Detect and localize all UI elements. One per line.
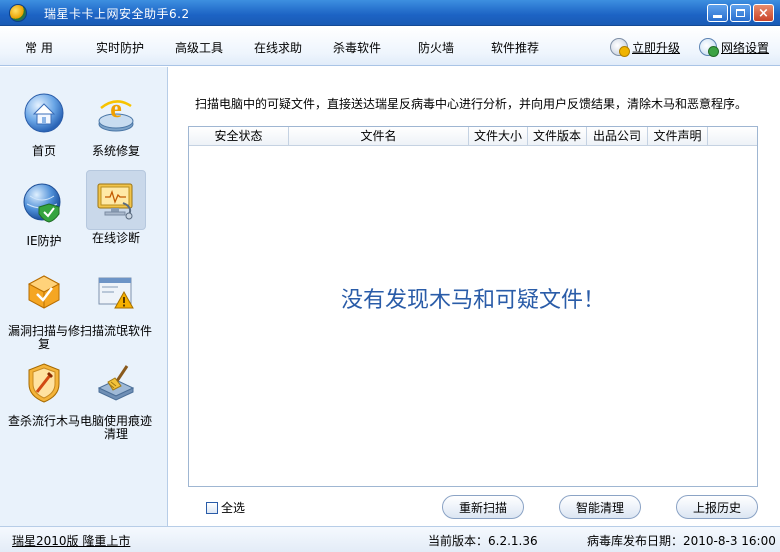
network-settings-label: 网络设置 (721, 40, 770, 55)
menu-realtime-protection[interactable]: 实时防护 (96, 39, 144, 56)
results-table[interactable]: 安全状态 文件名 文件大小 文件版本 出品公司 文件声明 没有发现木马和可疑文件… (188, 126, 758, 487)
select-all-label: 全选 (221, 501, 246, 515)
window-title: 瑞星卡卡上网安全助手6.2 (44, 7, 190, 21)
menu-firewall[interactable]: 防火墙 (418, 39, 454, 56)
checkbox-box[interactable] (206, 501, 218, 514)
column-header-security-status[interactable]: 安全状态 (189, 127, 289, 145)
rescan-button[interactable]: 重新扫描 (442, 495, 524, 519)
app-logo-icon (9, 4, 27, 22)
sidebar-item-label: 首页 (31, 144, 56, 158)
vulnerability-scan-icon-box (14, 263, 74, 323)
promo-link[interactable]: 瑞星2010版 隆重上市 (12, 532, 130, 549)
online-diagnosis-icon (97, 183, 133, 220)
report-history-button[interactable]: 上报历史 (676, 495, 758, 519)
empty-result-message: 没有发现木马和可疑文件！ (340, 288, 605, 313)
trace-clean-icon-box (86, 353, 146, 413)
rogue-software-scan-icon-box (86, 263, 146, 323)
minimize-button[interactable] (707, 4, 728, 22)
sidebar-item-label: 系统修复 (91, 144, 140, 158)
sidebar-item-rogue-software-scan[interactable]: 扫描流氓软件 (76, 263, 156, 338)
network-settings-link[interactable]: 网络设置 (699, 38, 770, 57)
column-header-file-version[interactable]: 文件版本 (528, 127, 587, 145)
home-icon-box (14, 83, 74, 143)
svg-text:e: e (110, 94, 122, 123)
close-button[interactable]: × (753, 4, 774, 22)
menu-software-recommend[interactable]: 软件推荐 (491, 39, 539, 56)
sidebar-item-label: 漏洞扫描与修复 (7, 324, 80, 351)
sidebar-item-system-repair[interactable]: e 系统修复 (76, 83, 156, 158)
sidebar-item-label: 电脑使用痕迹清理 (79, 414, 152, 441)
upgrade-icon (610, 38, 630, 57)
sidebar-item-label: IE防护 (26, 234, 62, 248)
menu-common[interactable]: 常 用 (25, 39, 53, 56)
close-icon: × (758, 5, 769, 21)
sidebar-item-label: 查杀流行木马 (7, 414, 80, 428)
menu-advanced-tools[interactable]: 高级工具 (175, 39, 223, 56)
select-all-checkbox[interactable]: 全选 (206, 499, 245, 516)
sidebar-item-home[interactable]: 首页 (4, 83, 84, 158)
ie-repair-icon: e (98, 94, 134, 132)
vulnerability-scan-icon (27, 275, 61, 309)
upgrade-link[interactable]: 立即升级 (610, 38, 681, 57)
home-icon (24, 93, 64, 133)
online-diagnosis-icon-box (86, 170, 146, 230)
ie-shield-icon (23, 183, 61, 223)
status-bar: 瑞星2010版 隆重上市 当前版本：6.2.1.36 病毒库发布日期：2010-… (0, 526, 780, 552)
sidebar-item-trojan-kill[interactable]: 查杀流行木马 (4, 353, 84, 428)
menu-antivirus[interactable]: 杀毒软件 (333, 39, 381, 56)
virus-db-date: 病毒库发布日期：2010-8-3 16:00 (587, 534, 776, 548)
trojan-kill-icon-box (14, 353, 74, 413)
table-header: 安全状态 文件名 文件大小 文件版本 出品公司 文件声明 (189, 127, 757, 146)
sidebar-item-label: 在线诊断 (91, 231, 140, 245)
sidebar-item-online-diagnosis[interactable]: 在线诊断 (76, 170, 156, 245)
ie-shield-icon-box (14, 173, 74, 233)
menu-bar: 常 用 实时防护 高级工具 在线求助 杀毒软件 防火墙 软件推荐 立即升级 网络… (0, 27, 780, 66)
column-header-file-size[interactable]: 文件大小 (469, 127, 528, 145)
maximize-button[interactable] (730, 4, 751, 22)
sidebar-item-vulnerability-scan[interactable]: 漏洞扫描与修复 (4, 263, 84, 351)
main-content: 扫描电脑中的可疑文件，直接送达瑞星反病毒中心进行分析，并向用户反馈结果，清除木马… (169, 67, 780, 526)
sidebar-item-ie-protection[interactable]: IE防护 (4, 173, 84, 248)
current-version: 当前版本：6.2.1.36 (428, 534, 538, 548)
feature-description: 扫描电脑中的可疑文件，直接送达瑞星反病毒中心进行分析，并向用户反馈结果，清除木马… (195, 97, 748, 111)
network-settings-icon (699, 38, 719, 57)
sidebar-item-label: 扫描流氓软件 (79, 324, 152, 338)
trojan-kill-icon (28, 363, 60, 403)
title-bar[interactable]: 瑞星卡卡上网安全助手6.2 × (0, 0, 780, 26)
smart-clean-button[interactable]: 智能清理 (559, 495, 641, 519)
maximize-icon (736, 9, 745, 17)
ie-repair-icon-box: e (86, 83, 146, 143)
sidebar-item-trace-clean[interactable]: 电脑使用痕迹清理 (76, 353, 156, 441)
window-controls: × (707, 4, 774, 22)
sidebar: 首页 e 系统修复 IE防护 在线诊断 漏洞扫描与修复 扫描流氓软件 查杀流行木… (0, 67, 168, 526)
trace-clean-icon (97, 365, 135, 401)
minimize-icon (713, 14, 722, 18)
column-header-file-statement[interactable]: 文件声明 (648, 127, 708, 145)
column-header-publisher[interactable]: 出品公司 (587, 127, 648, 145)
menu-online-help[interactable]: 在线求助 (254, 39, 302, 56)
upgrade-label: 立即升级 (632, 40, 681, 55)
rogue-software-scan-icon (98, 277, 134, 309)
column-header-file-name[interactable]: 文件名 (289, 127, 469, 145)
